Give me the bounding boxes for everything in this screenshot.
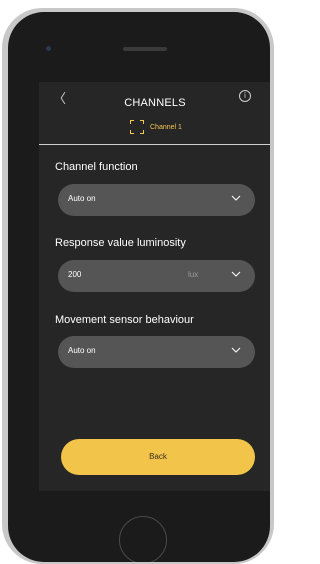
channel-bracket-icon <box>130 120 144 134</box>
movement-sensor-value: Auto on <box>68 346 96 355</box>
chevron-down-icon <box>231 347 241 353</box>
channel-function-select[interactable]: Auto on <box>58 184 255 216</box>
luminosity-value: 200 <box>68 270 82 279</box>
header-divider <box>39 144 270 145</box>
chevron-down-icon <box>231 195 241 201</box>
channel-function-value: Auto on <box>68 194 96 203</box>
info-icon[interactable]: i <box>239 90 251 102</box>
channel-function-label: Channel function <box>55 161 138 173</box>
back-button[interactable]: Back <box>61 439 255 475</box>
luminosity-label: Response value luminosity <box>55 237 186 249</box>
luminosity-select[interactable]: 200 lux <box>58 260 255 292</box>
channel-label: Channel 1 <box>150 123 182 131</box>
front-camera <box>46 46 51 51</box>
movement-sensor-label: Movement sensor behaviour <box>55 314 194 326</box>
app-screen: 〈 CHANNELS i Channel 1 Channel function … <box>39 82 270 491</box>
luminosity-unit: lux <box>188 270 199 279</box>
phone-frame: 〈 CHANNELS i Channel 1 Channel function … <box>2 8 274 564</box>
movement-sensor-select[interactable]: Auto on <box>58 336 255 368</box>
home-button[interactable] <box>119 516 167 562</box>
page-title: CHANNELS <box>124 97 186 109</box>
phone-body: 〈 CHANNELS i Channel 1 Channel function … <box>8 12 270 562</box>
chevron-down-icon <box>231 271 241 277</box>
channel-indicator: Channel 1 <box>130 120 182 134</box>
earpiece-speaker <box>123 47 167 51</box>
